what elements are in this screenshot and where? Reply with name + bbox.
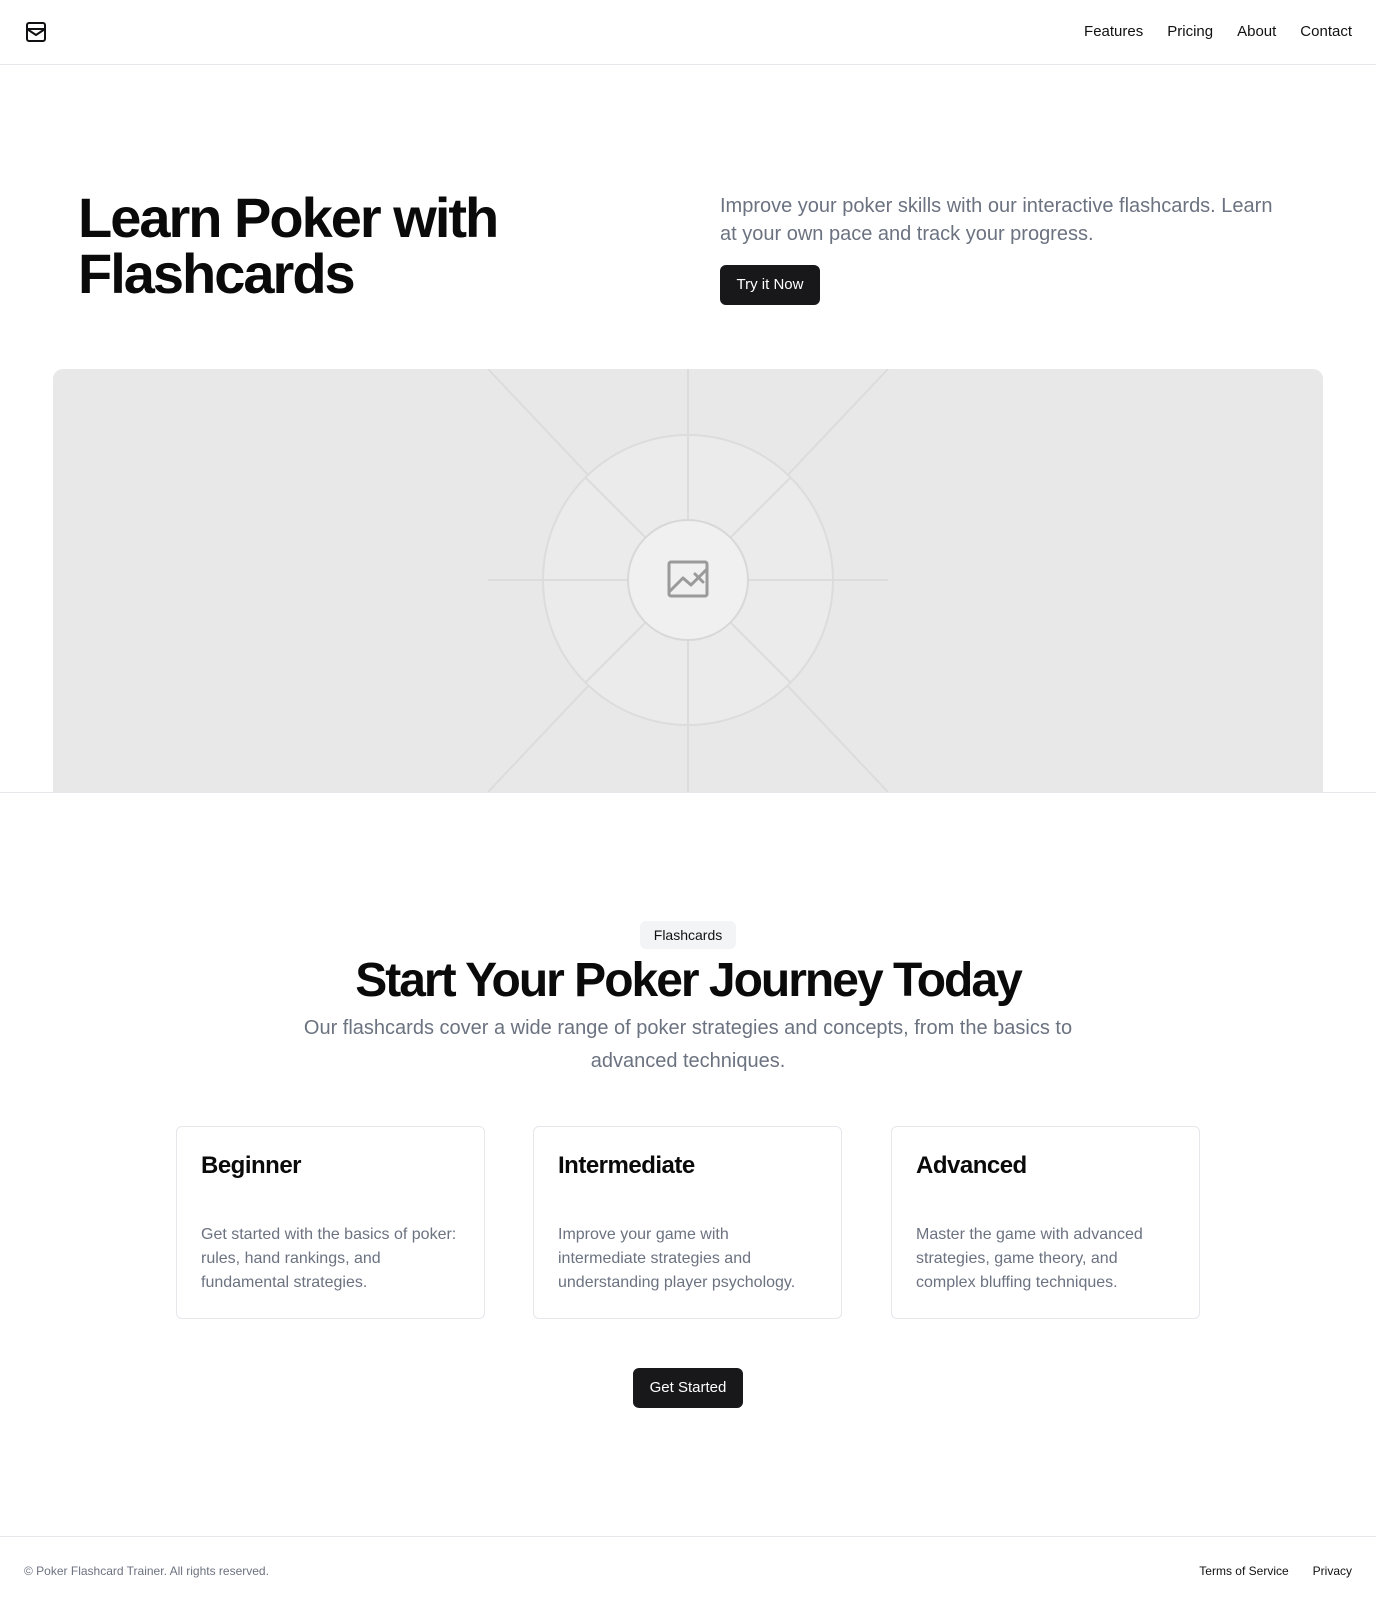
advanced-card[interactable]: Advanced Master the game with advanced s… (891, 1126, 1200, 1319)
site-header: Features Pricing About Contact (0, 0, 1376, 65)
beginner-card[interactable]: Beginner Get started with the basics of … (176, 1126, 485, 1319)
get-started-button[interactable]: Get Started (633, 1368, 743, 1408)
hero-title: Learn Poker with Flashcards (78, 186, 499, 305)
footer-nav: Terms of Service Privacy (1199, 1563, 1352, 1579)
nav-pricing-link[interactable]: Pricing (1167, 20, 1213, 44)
card-title: Beginner (201, 1152, 302, 1179)
section-title: Start Your Poker Journey Today (355, 954, 1023, 1007)
card-text: Get started with the basics of poker: ru… (201, 1226, 457, 1291)
copyright-text: © Poker Flashcard Trainer. All rights re… (24, 1564, 269, 1578)
nav-contact-link[interactable]: Contact (1300, 20, 1352, 44)
nav-features-link[interactable]: Features (1084, 20, 1143, 44)
placeholder-graphic (487, 369, 889, 792)
site-footer: © Poker Flashcard Trainer. All rights re… (0, 1536, 1376, 1601)
card-title: Advanced (916, 1152, 1027, 1179)
section-subtitle: Our flashcards cover a wide range of pok… (303, 1017, 1073, 1072)
card-text: Improve your game with intermediate stra… (558, 1226, 796, 1291)
main-nav: Features Pricing About Contact (1084, 20, 1352, 44)
try-it-now-button[interactable]: Try it Now (720, 265, 820, 305)
terms-of-service-link[interactable]: Terms of Service (1199, 1563, 1288, 1579)
card-title: Intermediate (558, 1152, 695, 1179)
intermediate-card[interactable]: Intermediate Improve your game with inte… (533, 1126, 842, 1319)
hero-image-placeholder (53, 369, 1323, 792)
privacy-link[interactable]: Privacy (1313, 1563, 1352, 1579)
flashcards-badge: Flashcards (640, 921, 736, 949)
nav-about-link[interactable]: About (1237, 20, 1276, 44)
card-text: Master the game with advanced strategies… (916, 1226, 1143, 1291)
hero-subtitle: Improve your poker skills with our inter… (720, 195, 1273, 245)
mail-box-icon[interactable] (24, 20, 48, 44)
section-divider (0, 792, 1376, 793)
